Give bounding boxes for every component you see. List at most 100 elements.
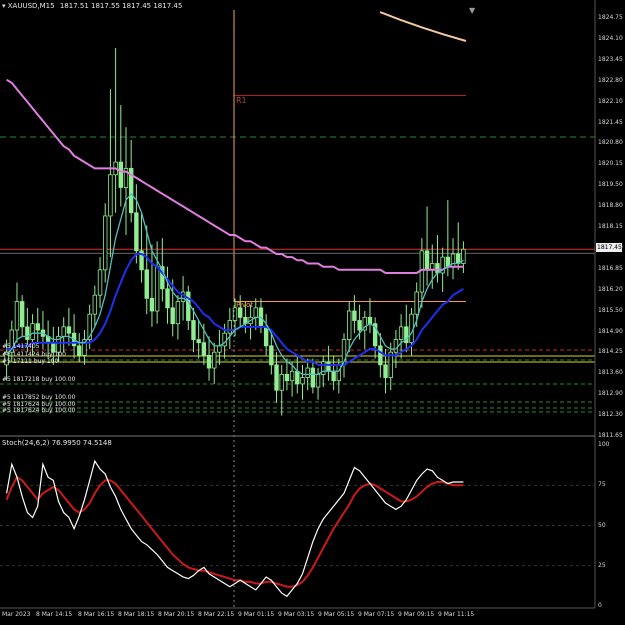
candle-body — [206, 354, 212, 369]
chart-symbol-title: XAUUSD,M15 — [7, 2, 55, 10]
stochastic-title: Stoch(24,6,2) 76.9950 74.5148 — [2, 439, 112, 447]
price-tick-label: 1812.30 — [598, 411, 623, 419]
candle-body — [347, 310, 352, 340]
price-tick-label: 1824.75 — [598, 14, 623, 21]
candle-body — [217, 345, 222, 353]
candle-body — [175, 301, 181, 325]
time-tick-label: 8 Mar 16:15 — [78, 611, 115, 618]
time-tick-label: 9 Mar 11:15 — [438, 611, 475, 618]
candle-body — [196, 339, 201, 344]
candle-body — [326, 361, 331, 372]
candle-body — [227, 320, 233, 334]
candle-body — [201, 342, 207, 356]
time-tick-label: 8 Mar 20:15 — [158, 611, 195, 618]
order-label[interactable]: #5 1417405 — [2, 343, 39, 351]
price-tick-label: 1818.80 — [598, 202, 623, 210]
candle-body — [186, 291, 191, 321]
price-tick-label: 1824.10 — [598, 34, 623, 42]
time-tick-label: 9 Mar 05:15 — [318, 611, 355, 618]
stoch-tick-label: 100 — [598, 441, 610, 448]
candle-body — [154, 266, 160, 312]
order-label[interactable]: #5 17111 buy 100 — [2, 358, 58, 366]
current-price-label: 1817.45 — [597, 244, 622, 251]
trading-terminal-chart-window[interactable]: ▾ XAUUSD,M15 1817.51 1817.55 1817.45 181… — [0, 0, 625, 621]
candle-body — [19, 301, 25, 328]
stoch-tick-label: 50 — [598, 521, 606, 529]
price-tick-label: 1823.45 — [598, 55, 623, 63]
r1-label: R1 — [236, 96, 247, 105]
candle-body — [108, 174, 113, 217]
candle-body — [310, 367, 316, 388]
candle-body — [134, 212, 139, 252]
candle-body — [25, 326, 30, 340]
price-tick-label: 1820.80 — [598, 139, 623, 147]
price-tick-label: 1814.90 — [598, 327, 623, 335]
candle-body — [232, 307, 238, 321]
candle-body — [383, 364, 388, 378]
price-tick-label: 1813.60 — [598, 369, 623, 377]
price-tick-label: 1819.50 — [598, 181, 623, 189]
time-tick-label: 8 Mar 22:15 — [198, 611, 235, 618]
candle-body — [398, 326, 404, 340]
price-tick-label: 1811.65 — [598, 432, 623, 439]
candle-body — [289, 370, 295, 382]
candle-body — [414, 291, 419, 315]
stoch-tick-label: 0 — [598, 602, 602, 609]
symbol-dropdown-icon[interactable]: ▾ — [2, 2, 6, 10]
time-tick-label: 9 Mar 01:15 — [238, 611, 275, 618]
candle-body — [212, 351, 217, 369]
candle-body — [305, 367, 310, 378]
price-tick-label: 1821.45 — [598, 118, 623, 126]
price-tick-label: 1815.50 — [598, 306, 623, 314]
candle-body — [424, 250, 430, 271]
candle-body — [144, 269, 149, 299]
candle-body — [170, 307, 175, 325]
candle-body — [35, 323, 40, 331]
stoch-tick-label: 75 — [598, 481, 606, 489]
candle-body — [378, 345, 383, 366]
time-tick-label: Mar 2023 — [2, 611, 31, 618]
price-tick-label: 1816.20 — [598, 285, 623, 293]
candle-body — [66, 326, 72, 334]
candle-body — [165, 288, 170, 309]
candle-body — [103, 215, 108, 271]
chart-ohlc-values: 1817.51 1817.55 1817.45 1817.45 — [59, 2, 183, 10]
candle-body — [191, 320, 196, 340]
price-tick-label: 1814.25 — [598, 348, 623, 356]
candle-body — [30, 323, 35, 340]
candle-body — [263, 326, 269, 347]
time-tick-label: 9 Mar 09:15 — [398, 611, 435, 618]
candle-body — [357, 320, 362, 331]
candle-body — [274, 364, 279, 391]
stoch-tick-label: 25 — [598, 561, 606, 569]
candle-body — [77, 345, 82, 356]
candle-body — [295, 370, 300, 385]
time-tick-label: 9 Mar 03:15 — [278, 611, 315, 618]
candle-body — [237, 307, 243, 318]
order-label[interactable]: #5 1817624 buy 100.00 — [2, 407, 75, 415]
candle-body — [253, 307, 258, 318]
candle-body — [269, 345, 274, 366]
price-tick-label: 1822.10 — [598, 97, 623, 105]
chart-title-bar: ▾ XAUUSD,M15 1817.51 1817.55 1817.45 181… — [2, 2, 182, 10]
candle-body — [331, 370, 336, 382]
time-tick-label: 8 Mar 14:15 — [36, 611, 73, 618]
candle-body — [279, 373, 284, 391]
shift-end-marker-icon[interactable]: ▼ — [469, 6, 475, 15]
price-tick-label: 1822.80 — [598, 76, 623, 84]
candle-body — [118, 161, 123, 188]
price-tick-label: 1820.15 — [598, 160, 623, 168]
candle-body — [352, 310, 357, 321]
price-chart[interactable] — [0, 0, 625, 621]
price-tick-label: 1818.15 — [598, 223, 623, 230]
time-tick-label: 8 Mar 18:15 — [118, 611, 155, 618]
price-tick-label: 1812.90 — [598, 390, 623, 398]
candle-body — [393, 339, 399, 353]
candle-body — [284, 373, 290, 382]
candle-body — [336, 364, 342, 382]
time-tick-label: 9 Mar 07:15 — [358, 611, 395, 618]
candle-body — [300, 377, 305, 385]
candle-body — [61, 326, 66, 337]
candle-body — [367, 316, 373, 325]
order-label[interactable]: #5 1817218 buy 100.00 — [2, 376, 75, 384]
